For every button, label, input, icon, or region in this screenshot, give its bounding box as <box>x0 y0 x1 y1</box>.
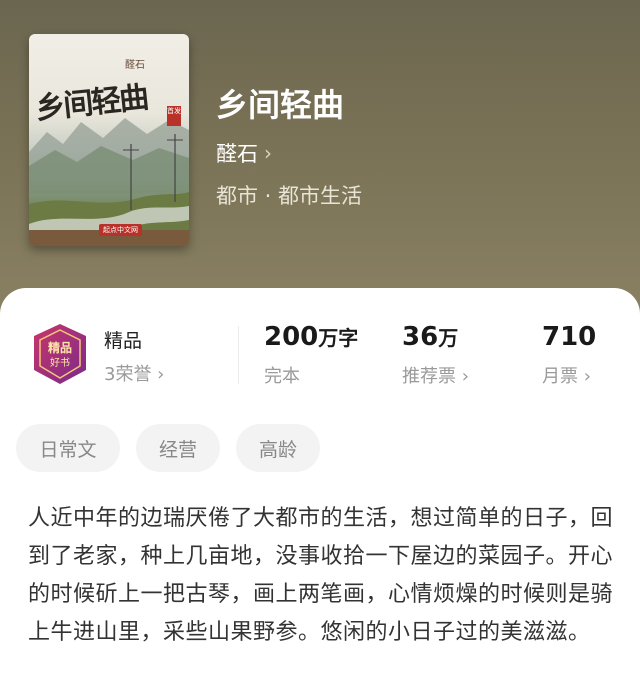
cover-publisher-logo: 起点中文网 <box>99 224 142 236</box>
book-info-card: 精品 好书 精品 3荣誉 › 200万字 完本 36万 推荐票 › 710 月票… <box>0 288 640 700</box>
book-cover[interactable]: 醛石 乡间轻曲 首发 起点中文网 <box>29 34 189 246</box>
cover-author-text: 醛石 <box>125 60 145 71</box>
author-link[interactable]: 醛石 › <box>216 138 272 168</box>
stats-divider <box>238 326 239 384</box>
chevron-right-icon: › <box>264 141 272 165</box>
svg-text:精品: 精品 <box>48 340 72 355</box>
book-status: 完本 <box>264 366 300 387</box>
honor-link[interactable]: 3荣誉 › <box>104 360 164 386</box>
tag-chip[interactable]: 高龄 <box>236 424 320 472</box>
cover-landscape <box>29 118 189 246</box>
word-count: 200万字 <box>264 322 358 352</box>
book-genre[interactable]: 都市 · 都市生活 <box>216 180 362 210</box>
recommend-ticket-link[interactable]: 推荐票 › <box>402 362 469 388</box>
author-name: 醛石 <box>216 142 258 166</box>
svg-text:好书: 好书 <box>50 357 70 369</box>
book-description: 人近中年的边瑞厌倦了大都市的生活，想过简单的日子，回到了老家，种上几亩地，没事收… <box>28 506 614 645</box>
cover-seal: 首发 <box>167 106 181 126</box>
book-title: 乡间轻曲 <box>216 86 345 124</box>
tag-chip[interactable]: 经营 <box>136 424 220 472</box>
monthly-ticket-link[interactable]: 月票 › <box>542 362 591 388</box>
badge-label: 精品 <box>104 330 143 352</box>
word-count-value: 200 <box>264 322 319 352</box>
monthly-ticket-count: 710 <box>542 322 597 352</box>
book-header: 醛石 乡间轻曲 首发 起点中文网 乡间轻曲 醛石 › 都市 · 都市生活 <box>0 0 640 320</box>
recommend-count-unit: 万 <box>438 326 459 350</box>
word-count-unit: 万字 <box>318 326 359 350</box>
recommend-count: 36万 <box>402 322 458 352</box>
tag-chip[interactable]: 日常文 <box>16 424 120 472</box>
quality-badge-icon[interactable]: 精品 好书 <box>30 322 90 386</box>
recommend-count-value: 36 <box>402 322 439 352</box>
